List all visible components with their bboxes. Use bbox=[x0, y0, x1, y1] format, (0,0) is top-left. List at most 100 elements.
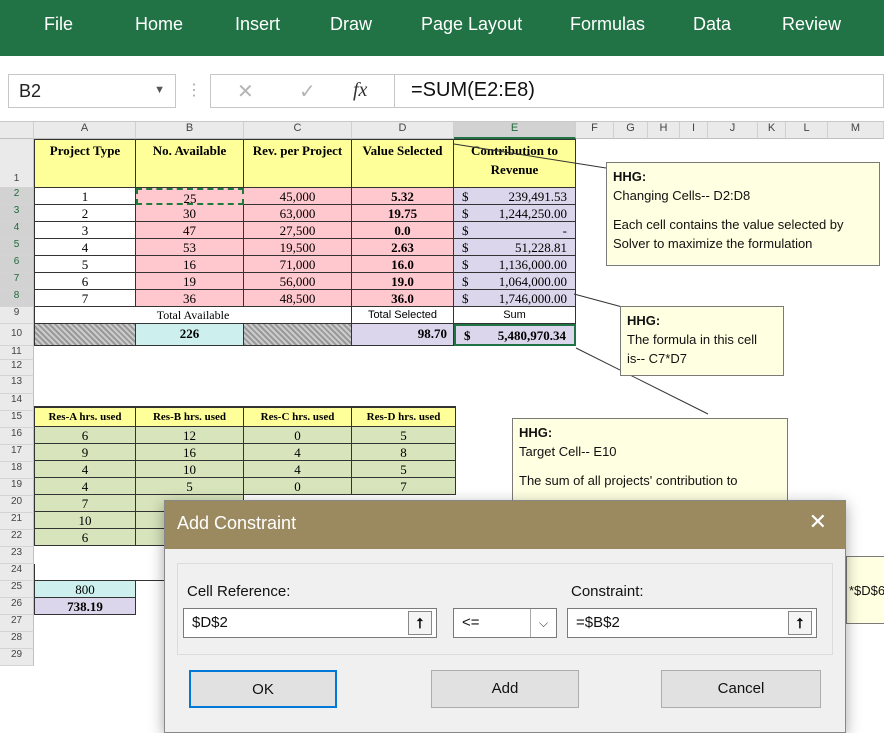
cell-project-type[interactable]: 3 bbox=[34, 222, 136, 239]
hatched-cell[interactable] bbox=[34, 324, 136, 346]
row-header[interactable]: 5 bbox=[0, 239, 34, 256]
cell-reference-input[interactable]: $D$2 ⭡ bbox=[183, 608, 437, 638]
row-header[interactable]: 3 bbox=[0, 205, 34, 222]
total-available-label[interactable]: Total Available bbox=[34, 307, 352, 324]
cell-no-available[interactable]: 47 bbox=[136, 222, 244, 239]
cell-contribution[interactable]: $1,244,250.00 bbox=[454, 205, 576, 222]
comment-formula[interactable]: HHG: The formula in this cell is-- C7*D7 bbox=[620, 306, 784, 376]
tab-file[interactable]: File bbox=[44, 14, 73, 35]
row-header[interactable]: 19 bbox=[0, 479, 34, 496]
cell-project-type[interactable]: 6 bbox=[34, 273, 136, 290]
chevron-down-icon[interactable]: ▼ bbox=[154, 84, 165, 96]
row-header[interactable]: 1 bbox=[0, 139, 34, 188]
tab-home[interactable]: Home bbox=[135, 14, 183, 35]
target-cell-sum[interactable]: $5,480,970.34 bbox=[454, 324, 576, 346]
cell-project-type[interactable]: 2 bbox=[34, 205, 136, 222]
tab-review[interactable]: Review bbox=[782, 14, 841, 35]
cell-project-type[interactable]: 1 bbox=[34, 188, 136, 205]
col-header-g[interactable]: G bbox=[614, 122, 648, 139]
cell-res[interactable]: 9 bbox=[34, 444, 136, 461]
cell-value-selected[interactable]: 19.0 bbox=[352, 273, 454, 290]
cell-res[interactable]: 10 bbox=[34, 512, 136, 529]
row-header[interactable]: 27 bbox=[0, 615, 34, 632]
cell-res[interactable]: 7 bbox=[34, 495, 136, 512]
cell-res[interactable]: 8 bbox=[352, 444, 456, 461]
cancel-icon[interactable]: ✕ bbox=[237, 79, 254, 104]
close-icon[interactable]: ✕ bbox=[809, 509, 827, 535]
drag-handle-icon[interactable]: ⋮ bbox=[186, 80, 202, 100]
col-header-i[interactable]: I bbox=[680, 122, 708, 139]
header-no-available[interactable]: No. Available bbox=[136, 139, 244, 188]
col-header-j[interactable]: J bbox=[708, 122, 758, 139]
row-header[interactable]: 25 bbox=[0, 581, 34, 598]
add-button[interactable]: Add bbox=[431, 670, 579, 708]
row-header[interactable]: 4 bbox=[0, 222, 34, 239]
ok-button[interactable]: OK bbox=[189, 670, 337, 708]
total-available-value[interactable]: 226 bbox=[136, 324, 244, 346]
res-a-limit[interactable]: 800 bbox=[34, 581, 136, 598]
cell-no-available[interactable]: 36 bbox=[136, 290, 244, 307]
row-header[interactable]: 21 bbox=[0, 513, 34, 530]
row-header[interactable]: 2 bbox=[0, 188, 34, 205]
name-box[interactable]: B2 ▼ bbox=[8, 74, 176, 108]
col-header-h[interactable]: H bbox=[648, 122, 680, 139]
cell-no-available[interactable]: 30 bbox=[136, 205, 244, 222]
formula-input[interactable]: =SUM(E2:E8) bbox=[394, 74, 884, 108]
cell-res[interactable]: 5 bbox=[136, 478, 244, 495]
header-project-type[interactable]: Project Type bbox=[34, 139, 136, 188]
col-header-k[interactable]: K bbox=[758, 122, 786, 139]
cell-res[interactable]: 4 bbox=[244, 444, 352, 461]
cell-res[interactable]: 0 bbox=[244, 427, 352, 444]
row-header[interactable]: 8 bbox=[0, 290, 34, 307]
comment-changing-cells[interactable]: HHG: Changing Cells-- D2:D8 Each cell co… bbox=[606, 162, 880, 266]
cell-contribution[interactable]: $1,064,000.00 bbox=[454, 273, 576, 290]
cell-value-selected[interactable]: 36.0 bbox=[352, 290, 454, 307]
constraint-input[interactable]: =$B$2 ⭡ bbox=[567, 608, 817, 638]
tab-page-layout[interactable]: Page Layout bbox=[421, 14, 522, 35]
tab-draw[interactable]: Draw bbox=[330, 14, 372, 35]
row-header[interactable]: 20 bbox=[0, 496, 34, 513]
cell-value-selected[interactable]: 2.63 bbox=[352, 239, 454, 256]
cell-no-available[interactable]: 19 bbox=[136, 273, 244, 290]
cell-res[interactable]: 16 bbox=[136, 444, 244, 461]
cell-rev[interactable]: 71,000 bbox=[244, 256, 352, 273]
cell-res[interactable]: 10 bbox=[136, 461, 244, 478]
cell-rev[interactable]: 45,000 bbox=[244, 188, 352, 205]
chevron-down-icon[interactable]: ⌵ bbox=[530, 609, 556, 637]
row-header[interactable]: 24 bbox=[0, 564, 34, 581]
row-header[interactable]: 10 bbox=[0, 324, 34, 346]
row-header[interactable]: 26 bbox=[0, 598, 34, 615]
cell-res[interactable]: 6 bbox=[34, 427, 136, 444]
col-header-m[interactable]: M bbox=[828, 122, 884, 139]
cell-rev[interactable]: 56,000 bbox=[244, 273, 352, 290]
col-header-l[interactable]: L bbox=[786, 122, 828, 139]
cell-res[interactable]: 5 bbox=[352, 427, 456, 444]
header-res-a[interactable]: Res-A hrs. used bbox=[34, 406, 136, 427]
row-header[interactable]: 28 bbox=[0, 632, 34, 649]
row-header[interactable]: 29 bbox=[0, 649, 34, 666]
fx-icon[interactable]: fx bbox=[353, 79, 367, 102]
select-all-corner[interactable] bbox=[0, 122, 34, 139]
cell-value-selected[interactable]: 5.32 bbox=[352, 188, 454, 205]
header-res-b[interactable]: Res-B hrs. used bbox=[136, 406, 244, 427]
cell-res[interactable]: 4 bbox=[34, 461, 136, 478]
cell-contribution[interactable]: $1,136,000.00 bbox=[454, 256, 576, 273]
cell-rev[interactable]: 27,500 bbox=[244, 222, 352, 239]
cell-res[interactable]: 0 bbox=[244, 478, 352, 495]
cell-res[interactable]: 12 bbox=[136, 427, 244, 444]
hatched-cell[interactable] bbox=[244, 324, 352, 346]
collapse-ref-icon[interactable]: ⭡ bbox=[408, 611, 432, 635]
cell-res[interactable]: 7 bbox=[352, 478, 456, 495]
tab-formulas[interactable]: Formulas bbox=[570, 14, 645, 35]
row-header[interactable]: 13 bbox=[0, 376, 34, 394]
cell-res[interactable]: 5 bbox=[352, 461, 456, 478]
cell-project-type[interactable]: 5 bbox=[34, 256, 136, 273]
row-header[interactable]: 23 bbox=[0, 547, 34, 564]
row-header[interactable]: 17 bbox=[0, 445, 34, 462]
cell-no-available[interactable]: 16 bbox=[136, 256, 244, 273]
col-header-c[interactable]: C bbox=[244, 122, 352, 139]
cell-no-available[interactable]: 53 bbox=[136, 239, 244, 256]
cancel-button[interactable]: Cancel bbox=[661, 670, 821, 708]
row-header[interactable]: 9 bbox=[0, 307, 34, 324]
row-header[interactable]: 7 bbox=[0, 273, 34, 290]
